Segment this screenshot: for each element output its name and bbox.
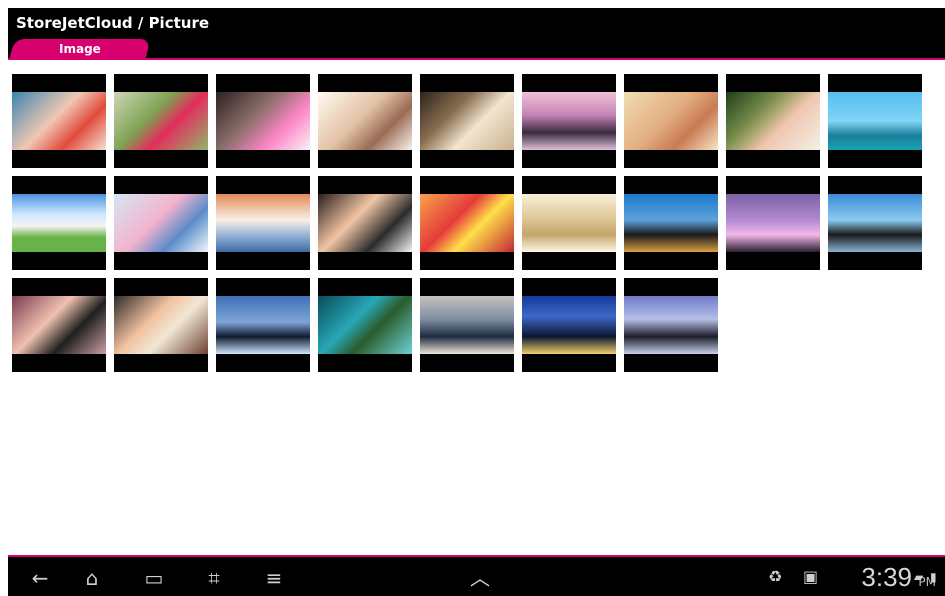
recent-apps-icon[interactable]: ▭	[140, 568, 168, 588]
app-header: StoreJetCloud / Picture Image	[8, 8, 945, 60]
windmills-thumbnail[interactable]	[828, 176, 922, 270]
image-row	[12, 278, 932, 372]
thumbnail-image	[828, 92, 922, 150]
home-icon[interactable]: ⌂	[78, 568, 106, 588]
thumbnail-image	[12, 194, 106, 252]
stonehenge-sunset-thumbnail[interactable]	[726, 176, 820, 270]
family-smiling-thumbnail[interactable]	[114, 278, 208, 372]
back-icon[interactable]: ←	[26, 568, 54, 588]
thumbnail-image	[522, 92, 616, 150]
kids-winter-thumbnail[interactable]	[114, 176, 208, 270]
thumbnail-image	[318, 194, 412, 252]
menu-icon[interactable]: ≡	[260, 568, 288, 588]
thumbnail-image	[114, 92, 208, 150]
signal-icon: ▰	[914, 570, 924, 584]
image-row	[12, 176, 932, 270]
marina-night-thumbnail[interactable]	[216, 278, 310, 372]
thumbnail-image	[12, 92, 106, 150]
wedding-couple-thumbnail[interactable]	[318, 176, 412, 270]
briefcase-icon: ▣	[803, 567, 819, 586]
screenshot-icon[interactable]: ⌗	[200, 568, 228, 588]
thumbnail-image	[12, 296, 106, 354]
up-chevron-icon[interactable]: ︿	[466, 568, 494, 588]
pink-flower-thumbnail[interactable]	[114, 74, 208, 168]
app-title: StoreJetCloud / Picture	[16, 14, 210, 32]
couple-kiss-thumbnail[interactable]	[216, 74, 310, 168]
thumbnail-image	[318, 92, 412, 150]
big-ben-night-thumbnail[interactable]	[522, 278, 616, 372]
tropical-beach-thumbnail[interactable]	[828, 74, 922, 168]
thumbnail-image	[114, 296, 208, 354]
family-portrait-thumbnail[interactable]	[318, 74, 412, 168]
battery-icon: ▮	[930, 570, 937, 584]
thumbnail-image	[216, 194, 310, 252]
thumbnail-image	[828, 194, 922, 252]
champagne-ornaments-thumbnail[interactable]	[522, 176, 616, 270]
thumbnail-image	[420, 194, 514, 252]
thumbnail-image	[624, 194, 718, 252]
tower-bridge-night-thumbnail[interactable]	[624, 278, 718, 372]
header-accent-line	[8, 58, 945, 60]
coastal-town-thumbnail[interactable]	[216, 176, 310, 270]
system-navigation-bar: ← ⌂ ▭ ⌗ ≡ ︿ ♻ ▣ 3:39 PM ▰ ▮	[8, 557, 945, 596]
kid-face-paint-thumbnail[interactable]	[12, 74, 106, 168]
thumbnail-image	[624, 92, 718, 150]
city-skyline-thumbnail[interactable]	[420, 278, 514, 372]
cathedral-bridge-thumbnail[interactable]	[624, 176, 718, 270]
grandpa-child-thumbnail[interactable]	[726, 74, 820, 168]
thumbnail-image	[216, 92, 310, 150]
thumbnail-image	[522, 194, 616, 252]
thumbnail-image	[624, 296, 718, 354]
wedding-cake-thumbnail[interactable]	[420, 74, 514, 168]
venice-gondolas-thumbnail[interactable]	[522, 74, 616, 168]
thumbnail-image	[420, 296, 514, 354]
image-row	[12, 74, 932, 168]
thumbnail-image	[114, 194, 208, 252]
tab-label: Image	[59, 42, 101, 56]
thumbnail-image	[726, 194, 820, 252]
thumbnail-image	[318, 296, 412, 354]
thumbnail-image	[420, 92, 514, 150]
recycle-icon: ♻	[768, 567, 783, 586]
roses-bouquet-thumbnail[interactable]	[420, 176, 514, 270]
dog-cat-thumbnail[interactable]	[12, 176, 106, 270]
islands-aerial-thumbnail[interactable]	[318, 278, 412, 372]
thumbnail-image	[726, 92, 820, 150]
clock-time: 3:39	[861, 562, 912, 592]
bride-groom-thumbnail[interactable]	[12, 278, 106, 372]
thumbnail-image	[522, 296, 616, 354]
mother-baby-thumbnail[interactable]	[624, 74, 718, 168]
thumbnail-image	[216, 296, 310, 354]
tab-image[interactable]: Image	[9, 39, 151, 59]
